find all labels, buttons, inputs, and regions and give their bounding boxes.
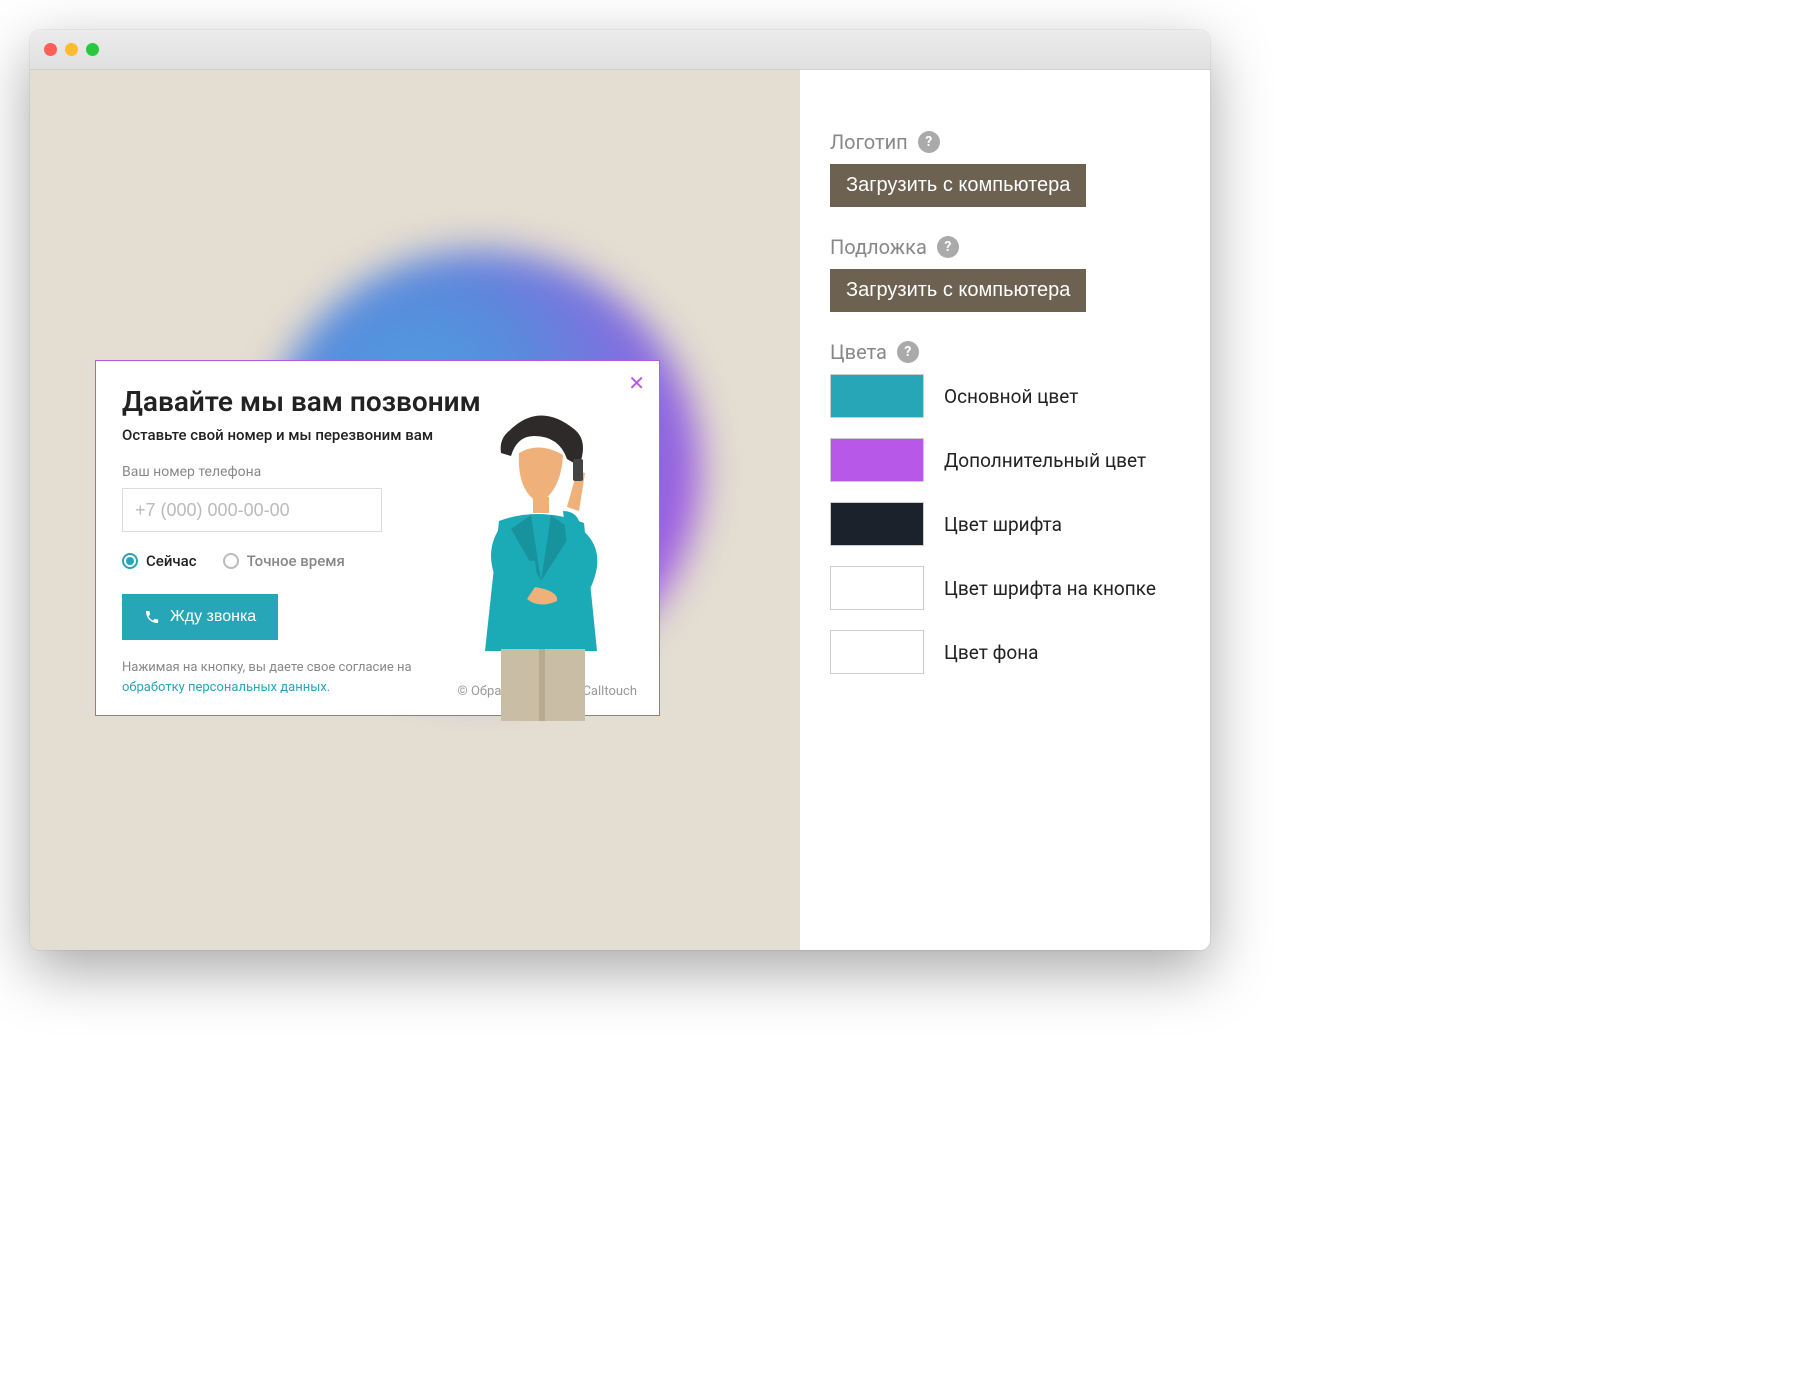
radio-selected-icon: [122, 553, 138, 569]
consent-text: Нажимая на кнопку, вы даете свое согласи…: [122, 658, 452, 697]
color-label: Дополнительный цвет: [944, 449, 1146, 472]
color-row: Цвет шрифта на кнопке: [830, 566, 1180, 610]
phone-input[interactable]: [122, 488, 382, 532]
help-icon[interactable]: ?: [937, 236, 959, 258]
colors-section: Цвета ? Основной цвет Дополнительный цвет…: [830, 340, 1180, 674]
color-label: Цвет шрифта на кнопке: [944, 577, 1156, 600]
upload-background-button[interactable]: Загрузить с компьютера: [830, 269, 1086, 312]
color-swatch[interactable]: [830, 502, 924, 546]
background-section: Подложка ? Загрузить с компьютера: [830, 235, 1180, 312]
preview-canvas: ✕ Давайте мы вам позвоним Оставьте свой …: [30, 70, 800, 950]
color-label: Цвет фона: [944, 641, 1039, 664]
color-row: Цвет шрифта: [830, 502, 1180, 546]
colors-label: Цвета: [830, 340, 887, 364]
logo-section: Логотип ? Загрузить с компьютера: [830, 130, 1180, 207]
color-label: Основной цвет: [944, 385, 1078, 408]
background-label: Подложка: [830, 235, 927, 259]
man-illustration: [439, 411, 639, 721]
window-zoom-button[interactable]: [86, 43, 99, 56]
color-row: Основной цвет: [830, 374, 1180, 418]
color-swatch[interactable]: [830, 438, 924, 482]
color-row: Дополнительный цвет: [830, 438, 1180, 482]
radio-now[interactable]: Сейчас: [122, 552, 197, 570]
radio-now-label: Сейчас: [146, 552, 197, 570]
content: ✕ Давайте мы вам позвоним Оставьте свой …: [30, 70, 1210, 950]
window-close-button[interactable]: [44, 43, 57, 56]
radio-exact-label: Точное время: [247, 552, 345, 570]
consent-prefix: Нажимая на кнопку, вы даете свое согласи…: [122, 660, 412, 675]
await-call-label: Жду звонка: [170, 608, 256, 626]
color-row: Цвет фона: [830, 630, 1180, 674]
help-icon[interactable]: ?: [918, 131, 940, 153]
color-swatch[interactable]: [830, 630, 924, 674]
consent-link[interactable]: обработку персональных данных.: [122, 680, 330, 695]
help-icon[interactable]: ?: [897, 341, 919, 363]
phone-icon: [144, 609, 160, 625]
color-label: Цвет шрифта: [944, 513, 1062, 536]
logo-label: Логотип: [830, 130, 908, 154]
callback-widget: ✕ Давайте мы вам позвоним Оставьте свой …: [95, 360, 660, 716]
close-icon[interactable]: ✕: [628, 373, 645, 393]
radio-exact-time[interactable]: Точное время: [223, 552, 345, 570]
settings-panel: Логотип ? Загрузить с компьютера Подложк…: [800, 70, 1210, 950]
color-swatch[interactable]: [830, 566, 924, 610]
titlebar: [30, 30, 1210, 70]
color-swatch[interactable]: [830, 374, 924, 418]
app-window: ✕ Давайте мы вам позвоним Оставьте свой …: [30, 30, 1210, 950]
radio-unselected-icon: [223, 553, 239, 569]
window-minimize-button[interactable]: [65, 43, 78, 56]
color-list: Основной цвет Дополнительный цвет Цвет шри…: [830, 374, 1180, 674]
upload-logo-button[interactable]: Загрузить с компьютера: [830, 164, 1086, 207]
await-call-button[interactable]: Жду звонка: [122, 594, 278, 640]
